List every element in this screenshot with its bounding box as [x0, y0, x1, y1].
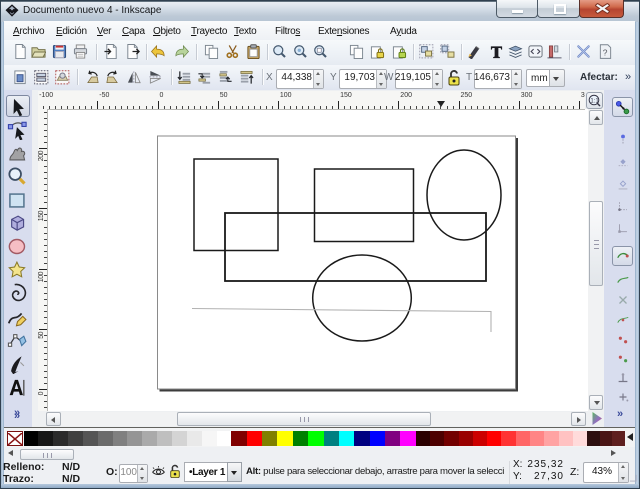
svg-text:?: ?	[603, 47, 608, 57]
